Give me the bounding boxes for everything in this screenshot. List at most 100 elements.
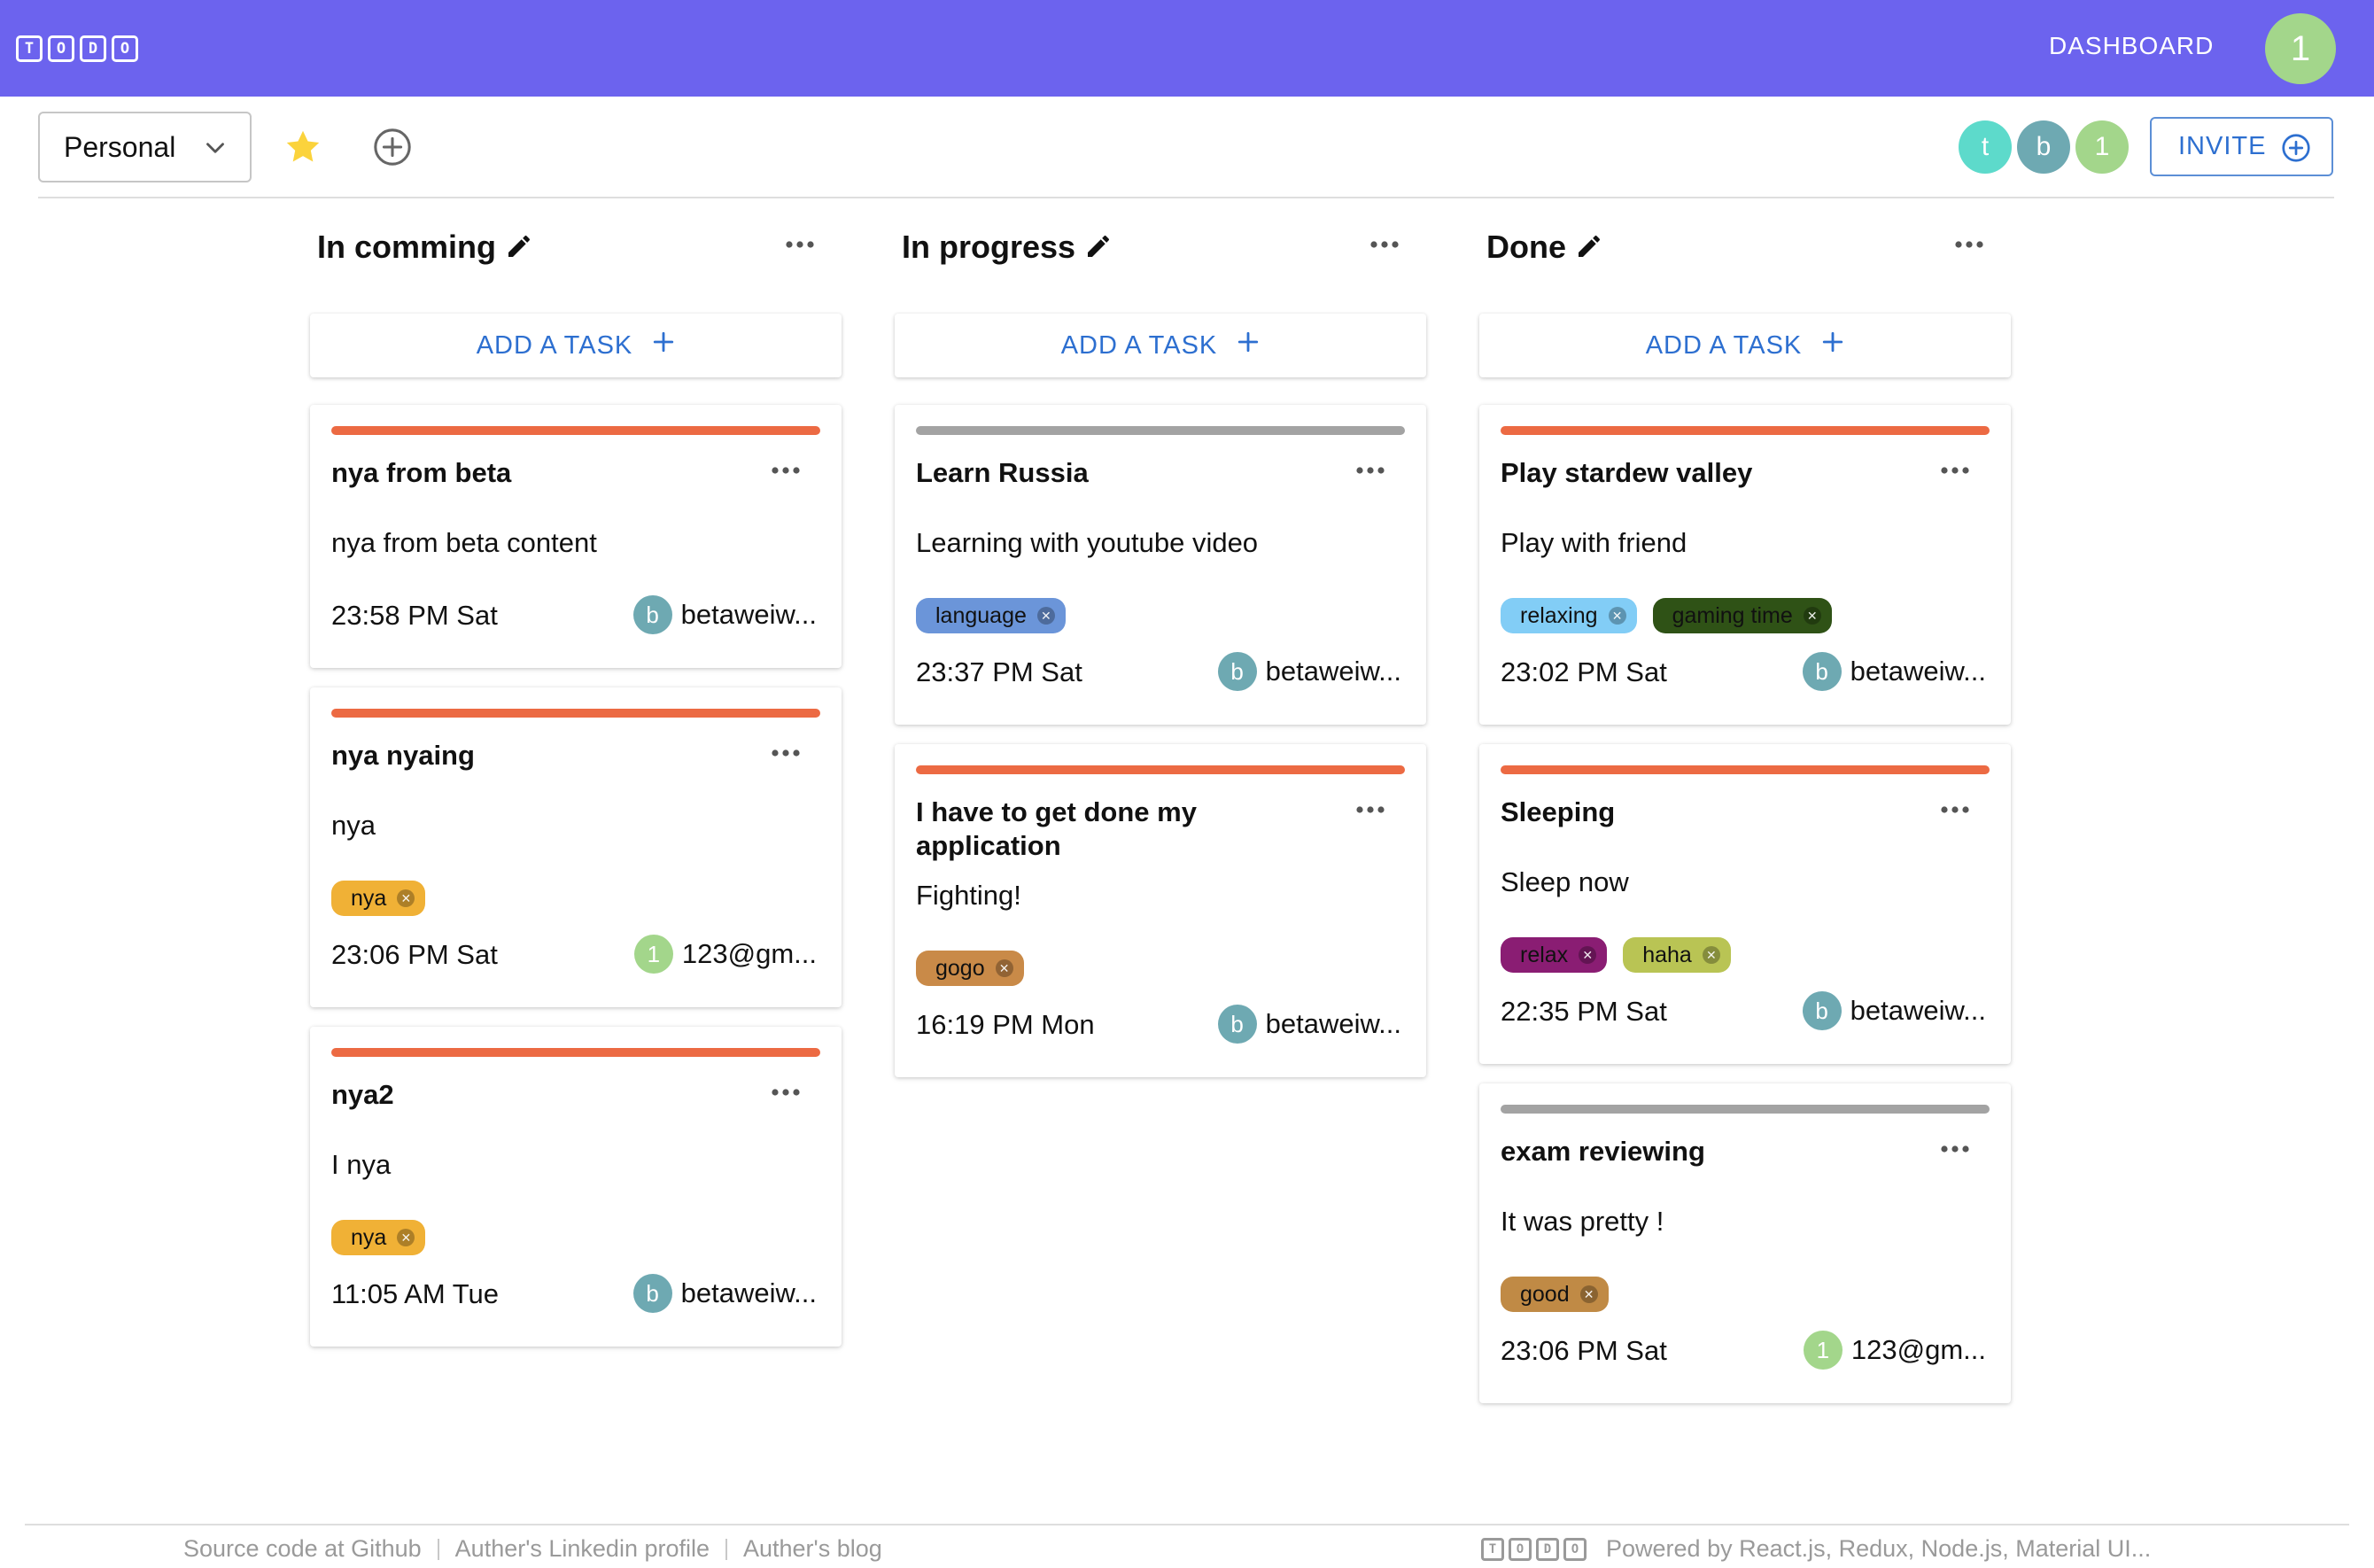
- task-assignee[interactable]: b betaweiw...: [632, 595, 817, 634]
- close-icon[interactable]: ✕: [1803, 607, 1821, 625]
- invite-button[interactable]: INVITE: [2150, 117, 2333, 176]
- assignee-name: betaweiw...: [1265, 656, 1401, 687]
- member-avatar[interactable]: 1: [2075, 120, 2129, 174]
- task-card[interactable]: nya nyaing nya nya ✕ 23:06 PM Sat 1 123@gm...: [310, 687, 842, 1007]
- task-title: nya nyaing: [331, 740, 475, 771]
- task-card[interactable]: exam reviewing It was pretty ! good ✕ 23:06 …: [1479, 1083, 2011, 1403]
- more-horizontal-icon[interactable]: [1355, 803, 1385, 819]
- priority-bar: [1501, 1105, 1990, 1114]
- column-header: Done: [1479, 221, 2011, 275]
- more-horizontal-icon[interactable]: [771, 463, 801, 479]
- more-horizontal-icon[interactable]: [1355, 463, 1385, 479]
- task-assignee[interactable]: b betaweiw...: [1802, 991, 1986, 1030]
- footer-separator: [437, 1538, 439, 1560]
- column-title[interactable]: In comming: [317, 229, 533, 268]
- task-timestamp: 23:06 PM Sat: [331, 939, 498, 970]
- task-timestamp: 23:58 PM Sat: [331, 600, 498, 631]
- column: In progress ADD A TASK Learn Russia Learnin…: [895, 221, 1426, 1077]
- footer-logo: T O D O: [1481, 1537, 1587, 1561]
- dashboard-link[interactable]: DASHBOARD: [2049, 32, 2214, 60]
- priority-bar: [916, 426, 1405, 435]
- task-card[interactable]: Sleeping Sleep now relax ✕ haha ✕ 22:35 PM Sat…: [1479, 744, 2011, 1064]
- more-horizontal-icon[interactable]: [771, 1085, 801, 1101]
- assignee-name: betaweiw...: [680, 1277, 817, 1308]
- task-content: Fighting!: [916, 880, 1021, 911]
- add-task-button[interactable]: ADD A TASK: [895, 314, 1426, 377]
- avatar: 1: [633, 935, 673, 974]
- pencil-icon[interactable]: [1084, 231, 1113, 268]
- task-assignee[interactable]: b betaweiw...: [1217, 1005, 1401, 1044]
- close-icon[interactable]: ✕: [397, 889, 415, 907]
- task-title: Learn Russia: [916, 457, 1089, 488]
- task-assignee[interactable]: b betaweiw...: [1802, 652, 1986, 691]
- task-card[interactable]: nya from beta nya from beta content 23:58 …: [310, 405, 842, 668]
- task-timestamp: 23:06 PM Sat: [1501, 1335, 1667, 1366]
- more-horizontal-icon[interactable]: [1369, 237, 1400, 253]
- add-task-button[interactable]: ADD A TASK: [1479, 314, 2011, 377]
- pencil-icon[interactable]: [1575, 231, 1603, 268]
- user-avatar[interactable]: 1: [2265, 13, 2336, 84]
- task-assignee[interactable]: b betaweiw...: [1217, 652, 1401, 691]
- avatar: 1: [1803, 1331, 1843, 1370]
- tag-chip[interactable]: gogo ✕: [916, 951, 1024, 986]
- task-content: Learning with youtube video: [916, 527, 1259, 558]
- task-card[interactable]: Play stardew valley Play with friend relax…: [1479, 405, 2011, 725]
- more-horizontal-icon[interactable]: [1940, 463, 1970, 479]
- close-icon[interactable]: ✕: [1579, 946, 1597, 964]
- close-icon[interactable]: ✕: [1036, 607, 1055, 625]
- member-avatar[interactable]: t: [1959, 120, 2012, 174]
- member-avatar[interactable]: b: [2017, 120, 2070, 174]
- blog-link[interactable]: Auther's blog: [743, 1535, 882, 1563]
- more-horizontal-icon[interactable]: [785, 237, 815, 253]
- close-icon[interactable]: ✕: [995, 959, 1013, 977]
- column-title[interactable]: In progress: [902, 229, 1113, 268]
- task-timestamp: 23:37 PM Sat: [916, 656, 1082, 687]
- more-horizontal-icon[interactable]: [771, 746, 801, 762]
- add-task-button[interactable]: ADD A TASK: [310, 314, 842, 377]
- column-title[interactable]: Done: [1486, 229, 1603, 268]
- avatar: b: [632, 1274, 672, 1313]
- tag-chip[interactable]: language ✕: [916, 598, 1066, 633]
- tag-label: gaming time: [1672, 602, 1793, 628]
- logo-letter: D: [80, 35, 106, 62]
- tag-chip[interactable]: relaxing ✕: [1501, 598, 1637, 633]
- tag-chip[interactable]: nya ✕: [331, 881, 426, 916]
- more-horizontal-icon[interactable]: [1954, 237, 1984, 253]
- close-icon[interactable]: ✕: [1608, 607, 1626, 625]
- assignee-name: betaweiw...: [1265, 1008, 1401, 1039]
- plus-icon: [1821, 330, 1844, 361]
- logo-letter: T: [16, 35, 43, 62]
- footer-links: Source code at Github Auther's Linkedin …: [183, 1535, 882, 1563]
- tag-chip[interactable]: nya ✕: [331, 1220, 426, 1255]
- tag-label: haha: [1642, 942, 1692, 967]
- task-card[interactable]: nya2 I nya nya ✕ 11:05 AM Tue b betaweiw...: [310, 1027, 842, 1347]
- linkedin-link[interactable]: Auther's Linkedin profile: [455, 1535, 710, 1563]
- star-icon[interactable]: [282, 127, 326, 167]
- tag-chip[interactable]: gaming time ✕: [1652, 598, 1832, 633]
- add-circle-icon[interactable]: [372, 127, 413, 167]
- tag-chip[interactable]: relax ✕: [1501, 937, 1608, 973]
- task-card[interactable]: Learn Russia Learning with youtube video l…: [895, 405, 1426, 725]
- close-icon[interactable]: ✕: [1702, 946, 1720, 964]
- pencil-icon[interactable]: [505, 231, 533, 268]
- priority-bar: [331, 709, 820, 718]
- task-assignee[interactable]: 1 123@gm...: [1803, 1331, 1986, 1370]
- more-horizontal-icon[interactable]: [1940, 803, 1970, 819]
- task-card[interactable]: I have to get done my application Fightin…: [895, 744, 1426, 1077]
- tag-chip[interactable]: good ✕: [1501, 1277, 1609, 1312]
- close-icon[interactable]: ✕: [1579, 1285, 1598, 1303]
- github-link[interactable]: Source code at Github: [183, 1535, 422, 1563]
- close-icon[interactable]: ✕: [397, 1229, 415, 1246]
- board-select[interactable]: Personal: [38, 112, 252, 182]
- app-logo[interactable]: T O D O: [16, 35, 138, 62]
- more-horizontal-icon[interactable]: [1940, 1142, 1970, 1158]
- task-assignee[interactable]: 1 123@gm...: [633, 935, 817, 974]
- task-content: It was pretty !: [1501, 1206, 1664, 1237]
- chevron-down-icon: [200, 133, 230, 170]
- task-assignee[interactable]: b betaweiw...: [632, 1274, 817, 1313]
- avatar: b: [1217, 1005, 1257, 1044]
- task-content: nya: [331, 810, 376, 841]
- logo-letter: O: [112, 35, 138, 62]
- tag-chip[interactable]: haha ✕: [1623, 937, 1731, 973]
- task-content: Sleep now: [1501, 866, 1629, 897]
